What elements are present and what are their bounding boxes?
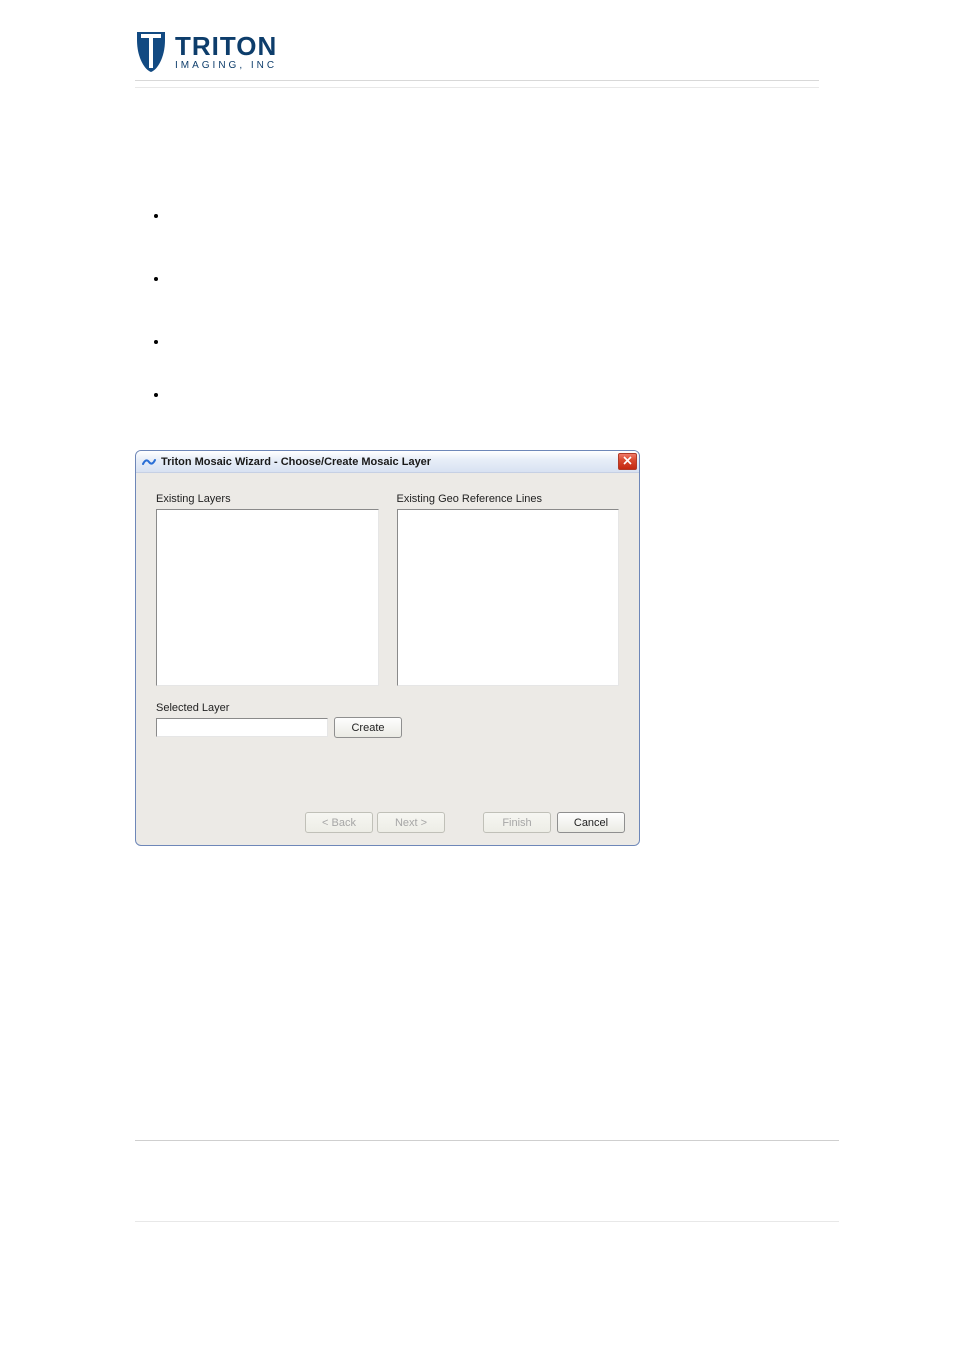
close-icon	[623, 456, 632, 468]
existing-layers-label: Existing Layers	[156, 493, 379, 505]
list-item	[169, 387, 819, 402]
divider	[135, 1140, 839, 1141]
titlebar: Triton Mosaic Wizard - Choose/Create Mos…	[136, 451, 639, 473]
list-item	[169, 334, 819, 349]
cancel-button[interactable]: Cancel	[557, 812, 625, 833]
finish-button[interactable]: Finish	[483, 812, 551, 833]
logo-shield-icon	[135, 30, 167, 74]
logo-sub: IMAGING, INC	[175, 61, 277, 71]
dialog-title: Triton Mosaic Wizard - Choose/Create Mos…	[161, 456, 618, 468]
app-wave-icon	[142, 455, 156, 469]
divider	[135, 1221, 839, 1222]
page-footer	[135, 1140, 839, 1302]
existing-geo-listbox[interactable]	[397, 509, 620, 686]
next-button[interactable]: Next >	[377, 812, 445, 833]
logo: TRITON IMAGING, INC	[135, 30, 277, 74]
back-button[interactable]: < Back	[305, 812, 373, 833]
list-item	[169, 271, 819, 286]
bullet-list	[135, 208, 819, 402]
logo-text: TRITON IMAGING, INC	[175, 33, 277, 71]
existing-layers-listbox[interactable]	[156, 509, 379, 686]
logo-name: TRITON	[175, 33, 277, 59]
selected-layer-input[interactable]	[156, 718, 328, 737]
mosaic-wizard-dialog: Triton Mosaic Wizard - Choose/Create Mos…	[135, 450, 640, 846]
list-item	[169, 208, 819, 223]
existing-geo-label: Existing Geo Reference Lines	[397, 493, 620, 505]
create-button[interactable]: Create	[334, 717, 402, 738]
close-button[interactable]	[618, 453, 637, 470]
selected-layer-label: Selected Layer	[156, 702, 619, 714]
page-header: TRITON IMAGING, INC	[135, 30, 819, 81]
